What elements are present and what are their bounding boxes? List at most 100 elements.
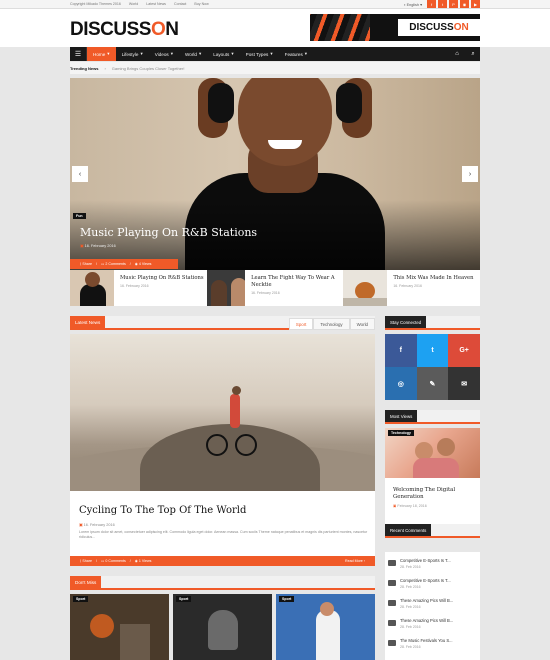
nav-item-layouts[interactable]: Layouts ▾	[207, 47, 239, 61]
social-grid: f t G+ ◎ ✎ ✉	[385, 334, 480, 400]
widget-title: Stay Connected	[385, 316, 427, 328]
nav-label: Post Types	[245, 51, 269, 57]
chevron-right-icon: ›	[104, 65, 106, 71]
nav-item-features[interactable]: Features ▾	[279, 47, 313, 61]
logo-main: DISCUSS	[70, 19, 151, 40]
prev-slide-arrow-icon[interactable]: ‹	[72, 166, 88, 182]
tab-technology[interactable]: Technology	[313, 318, 350, 330]
instagram-icon[interactable]: ◎	[385, 367, 417, 400]
featured-thumbs: Music Playing On R&B Stations 16. Februar…	[70, 270, 480, 306]
comment-date: 28. Feb 2016	[400, 565, 421, 569]
widget-title: Most Views	[385, 410, 418, 422]
chevron-down-icon: ▾	[198, 51, 202, 56]
tab-world[interactable]: World	[349, 318, 375, 330]
comment-item[interactable]: These Amazing Pics Will B... 28. Feb 2016	[388, 618, 478, 638]
hamburger-menu-icon[interactable]: ☰	[70, 47, 87, 61]
thumb-item[interactable]: Learn The Fight Way To Wear A Necktie 16.…	[206, 270, 344, 306]
comment-item[interactable]: These Amazing Pics Will B... 28. Feb 2016	[388, 598, 478, 618]
site-logo[interactable]: DISCUSSON	[70, 19, 179, 41]
recent-comments-header: Recent Comments	[385, 524, 480, 538]
twitter-icon[interactable]: t	[438, 0, 447, 8]
banner-logo: DISCUSS ON	[398, 19, 480, 36]
top-link-latest[interactable]: Latest News	[146, 2, 166, 6]
thumb-item[interactable]: This Mix Was Made In Heaven 16. February …	[343, 270, 480, 306]
views-count: ◉ 1 Views	[134, 559, 152, 563]
section-label: Latest News	[70, 316, 106, 328]
mv-title[interactable]: Welcoming The Digital Generation	[393, 487, 473, 501]
top-link-buy[interactable]: Buy Now	[194, 2, 208, 6]
dont-miss-card[interactable]: Sport	[70, 594, 169, 660]
card-tag[interactable]: Sport	[176, 596, 192, 602]
facebook-icon[interactable]: f	[385, 334, 417, 367]
twitter-icon[interactable]: t	[416, 334, 449, 367]
image-cyclist	[230, 394, 240, 428]
language-selector[interactable]: ▪ English ▾	[404, 2, 422, 7]
post-title[interactable]: Cycling To The Top Of The World	[79, 505, 246, 516]
recent-comments-list: Competitive E-Sports Is T... 28. Feb 2016…	[385, 552, 480, 660]
calendar-icon: ▣	[79, 523, 83, 527]
nav-item-home[interactable]: Home ▾	[87, 47, 116, 61]
post-excerpt: Lorem ipsum dolor sit amet, consectetuer…	[79, 530, 368, 540]
main-content: Latest News Sport Technology World Cycli…	[70, 316, 375, 660]
next-slide-arrow-icon[interactable]: ›	[462, 166, 478, 182]
nav-item-post-types[interactable]: Post Types ▾	[240, 47, 279, 61]
copyright-text: Copyright Mikado Themes 2016	[70, 2, 121, 6]
comment-title: Competitive E-Sports Is T...	[400, 558, 451, 563]
post-date-text: 16. February 2016	[83, 523, 115, 527]
thumb-title[interactable]: This Mix Was Made In Heaven	[393, 275, 473, 282]
nav-item-videos[interactable]: Videos ▾	[149, 47, 179, 61]
top-link-contact[interactable]: Contact	[174, 2, 186, 6]
views-label: 1 Views	[138, 559, 152, 563]
thumb-item[interactable]: Music Playing On R&B Stations 16. Februar…	[70, 270, 207, 306]
share-link[interactable]: ⟨ Share	[80, 262, 92, 266]
comment-item[interactable]: Competitive E-Sports Is T... 28. Feb 2016	[388, 578, 478, 598]
share-link[interactable]: ⟨ Share	[80, 559, 92, 563]
hero-slider[interactable]: ‹ › Fun Music Playing On R&B Stations ▣ …	[70, 78, 480, 270]
nav-label: Layouts	[213, 51, 230, 57]
card-tag[interactable]: Sport	[73, 596, 89, 602]
youtube-icon[interactable]: ▶	[471, 0, 480, 8]
header-banner-ad[interactable]: DISCUSS ON	[310, 14, 480, 41]
sidebar: Stay Connected f t G+ ◎ ✎ ✉ Most Views T…	[385, 316, 480, 660]
comments-label: 0 Comments	[105, 559, 126, 563]
chat-icon[interactable]: ✉	[448, 367, 480, 400]
thumb-date: 16. February 2016	[393, 284, 422, 288]
shopping-bag-icon[interactable]: ⌂	[450, 47, 464, 61]
trending-headline[interactable]: Gaming Brings Couples Closer Together!	[112, 66, 185, 71]
thumb-title[interactable]: Music Playing On R&B Stations	[120, 275, 204, 282]
comment-title: These Amazing Pics Will B...	[400, 618, 454, 623]
thumb-title[interactable]: Learn The Fight Way To Wear A Necktie	[251, 275, 343, 289]
nav-label: Lifestyle	[121, 51, 139, 57]
banner-text-a: DISCUSS	[409, 22, 454, 33]
hero-category-tag[interactable]: Fun	[73, 213, 86, 219]
latest-news-header: Latest News Sport Technology World	[70, 316, 375, 330]
facebook-icon[interactable]: f	[427, 0, 436, 8]
comment-item[interactable]: The Music Festivals You S... 28. Feb 2016	[388, 638, 478, 658]
most-views-image[interactable]: Technology	[385, 428, 480, 478]
edit-icon[interactable]: ✎	[416, 367, 449, 400]
comments-link[interactable]: ▭ 0 Comments	[101, 559, 126, 563]
card-tag[interactable]: Sport	[279, 596, 295, 602]
comment-item[interactable]: Competitive E-Sports Is T... 28. Feb 2016	[388, 558, 478, 578]
comment-icon	[388, 620, 396, 626]
card-tag[interactable]: Technology	[388, 430, 414, 436]
pinterest-icon[interactable]: P	[449, 0, 458, 8]
top-link-world[interactable]: World	[129, 2, 138, 6]
hero-title[interactable]: Music Playing On R&B Stations	[80, 226, 257, 239]
widget-title: Recent Comments	[385, 524, 432, 536]
post-featured-image[interactable]	[70, 334, 375, 491]
comment-date: 28. Feb 2016	[400, 605, 421, 609]
dont-miss-card[interactable]: Sport	[276, 594, 375, 660]
dribbble-icon[interactable]: ◉	[460, 0, 469, 8]
google-plus-icon[interactable]: G+	[448, 334, 480, 367]
nav-item-world[interactable]: World ▾	[179, 47, 207, 61]
read-more-label: Read More	[345, 559, 363, 563]
search-icon[interactable]: ⌕	[466, 47, 480, 61]
read-more-link[interactable]: Read More ›	[345, 559, 365, 563]
comment-date: 28. Feb 2016	[400, 645, 421, 649]
comments-link[interactable]: ▭ 2 Comments	[101, 262, 126, 266]
comment-icon	[388, 580, 396, 586]
nav-item-lifestyle[interactable]: Lifestyle ▾	[116, 47, 149, 61]
dont-miss-card[interactable]: Sport	[173, 594, 272, 660]
tab-sport[interactable]: Sport	[288, 318, 314, 330]
